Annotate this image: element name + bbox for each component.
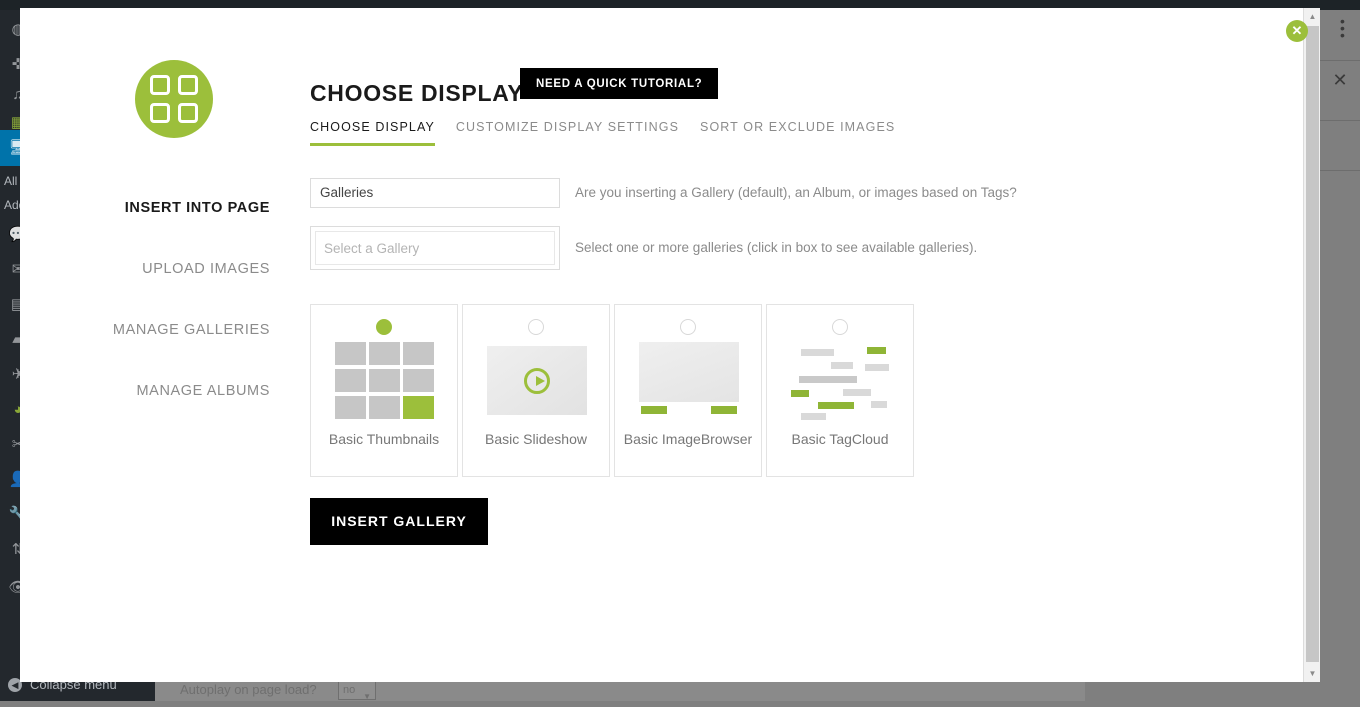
tab-sort-or-exclude-images[interactable]: SORT OR EXCLUDE IMAGES xyxy=(700,120,895,146)
display-option-label: Basic Slideshow xyxy=(463,431,609,448)
sidebar-item-manage-albums[interactable]: MANAGE ALBUMS xyxy=(20,361,290,422)
source-type-help-text: Are you inserting a Gallery (default), a… xyxy=(575,178,1017,208)
modal-scrollbar[interactable]: ▲ ▼ xyxy=(1303,8,1320,682)
choose-display-modal: ✕ INSERT INTO PAGE UPLOAD IMAGES MANAGE … xyxy=(20,8,1320,682)
vertical-dots-icon[interactable]: ••• xyxy=(1340,18,1344,39)
logo-square xyxy=(178,103,198,123)
display-option-label: Basic TagCloud xyxy=(767,431,913,448)
sidebar-item-upload-images[interactable]: UPLOAD IMAGES xyxy=(20,239,290,300)
close-icon[interactable]: ✕ xyxy=(1330,70,1350,90)
close-icon[interactable]: ✕ xyxy=(1286,20,1308,42)
radio-basic-thumbnails[interactable] xyxy=(376,319,392,335)
scroll-down-arrow-icon[interactable]: ▼ xyxy=(1304,665,1320,682)
tutorial-button[interactable]: NEED A QUICK TUTORIAL? xyxy=(520,68,718,99)
logo-square xyxy=(150,75,170,95)
page-title: CHOOSE DISPLAY xyxy=(310,80,523,107)
gallery-select-input[interactable]: Select a Gallery xyxy=(315,231,555,265)
logo-square xyxy=(178,75,198,95)
grid-thumbnail-art xyxy=(335,342,435,419)
modal-sidebar: INSERT INTO PAGE UPLOAD IMAGES MANAGE GA… xyxy=(20,178,290,422)
sidebar-item-insert-into-page[interactable]: INSERT INTO PAGE xyxy=(20,178,290,239)
radio-basic-slideshow[interactable] xyxy=(528,319,544,335)
logo-square xyxy=(150,103,170,123)
display-option-basic-slideshow[interactable]: Basic Slideshow xyxy=(462,304,610,477)
display-option-label: Basic ImageBrowser xyxy=(615,431,761,448)
tab-choose-display[interactable]: CHOOSE DISPLAY xyxy=(310,120,435,146)
scrollbar-thumb[interactable] xyxy=(1306,26,1319,662)
display-options-group: Basic Thumbnails Basic Slideshow Basic I… xyxy=(310,304,918,477)
display-option-basic-thumbnails[interactable]: Basic Thumbnails xyxy=(310,304,458,477)
autoplay-select[interactable]: no ▼ xyxy=(338,679,376,700)
scroll-up-arrow-icon[interactable]: ▲ xyxy=(1304,8,1320,25)
slideshow-play-art xyxy=(487,342,587,419)
source-type-select[interactable]: Galleries xyxy=(310,178,560,208)
gallery-select-help-text: Select one or more galleries (click in b… xyxy=(575,226,977,270)
radio-basic-imagebrowser[interactable] xyxy=(680,319,696,335)
radio-basic-tagcloud[interactable] xyxy=(832,319,848,335)
tab-bar: CHOOSE DISPLAY CUSTOMIZE DISPLAY SETTING… xyxy=(310,120,916,146)
play-icon xyxy=(524,368,550,394)
sidebar-item-manage-galleries[interactable]: MANAGE GALLERIES xyxy=(20,300,290,361)
autoplay-value: no xyxy=(343,684,355,696)
insert-gallery-button[interactable]: INSERT GALLERY xyxy=(310,498,488,545)
tagcloud-art xyxy=(791,342,891,419)
imagebrowser-art xyxy=(639,342,739,419)
gallery-select-container[interactable]: Select a Gallery xyxy=(310,226,560,270)
four-squares-logo-icon xyxy=(135,60,213,138)
display-option-basic-tagcloud[interactable]: Basic TagCloud xyxy=(766,304,914,477)
tab-customize-display-settings[interactable]: CUSTOMIZE DISPLAY SETTINGS xyxy=(456,120,679,146)
chevron-down-icon: ▼ xyxy=(363,687,371,707)
display-option-label: Basic Thumbnails xyxy=(311,431,457,448)
autoplay-label: Autoplay on page load? xyxy=(180,679,317,701)
display-option-basic-imagebrowser[interactable]: Basic ImageBrowser xyxy=(614,304,762,477)
